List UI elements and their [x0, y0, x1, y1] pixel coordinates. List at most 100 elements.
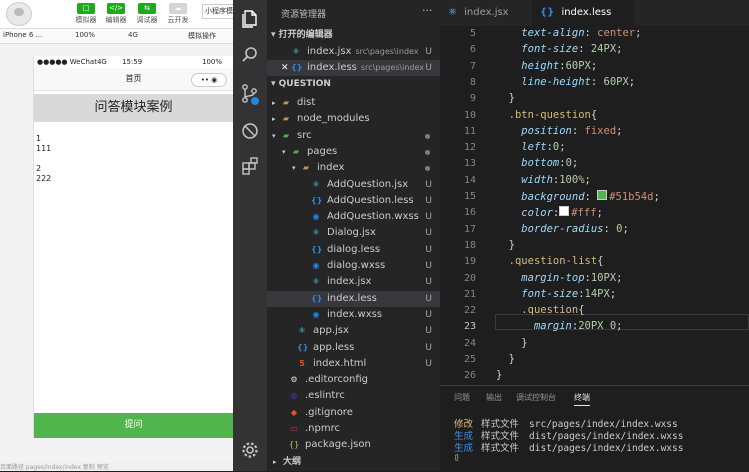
- untracked-badge: U: [425, 195, 432, 206]
- files-icon[interactable]: [240, 9, 260, 29]
- open-editor-item-active[interactable]: ✕ {} index.less src\pages\index U: [267, 60, 440, 76]
- code-line: border-radius: 0;: [521, 222, 629, 235]
- code-line: font-size:14PX;: [521, 287, 617, 300]
- device-select[interactable]: iPhone 6 ...: [3, 31, 42, 39]
- file-item[interactable]: ◍ .eslintrc: [267, 388, 440, 404]
- less-file-icon: {}: [311, 293, 323, 303]
- line-number: 6: [469, 44, 476, 56]
- line-number: 22: [463, 305, 476, 317]
- code-icon: </>: [107, 3, 125, 14]
- file-path: src\pages\index: [355, 47, 419, 56]
- less-file-icon: {}: [291, 63, 303, 72]
- cloud-dev-button[interactable]: ☁ 云开发: [158, 3, 198, 27]
- phone-status-bar: ●●●●● WeChat4G 15:59 100%: [34, 56, 233, 68]
- more-actions-icon[interactable]: ···: [422, 4, 433, 17]
- simulate-action-menu[interactable]: 模拟操作: [188, 31, 216, 41]
- bottom-panel: 问题 输出 调试控制台 终端 修改 样式文件 src/pages/index/ind…: [440, 385, 749, 472]
- tree-item-label: Dialog.jsx: [327, 227, 376, 239]
- react-icon: ⚛: [312, 228, 320, 238]
- file-item[interactable]: {} package.json: [267, 437, 440, 453]
- question-item[interactable]: 1 111: [36, 134, 51, 154]
- folder-item[interactable]: ▾ ▰ index: [267, 160, 440, 176]
- file-item[interactable]: ⚛ AddQuestion.jsx U: [267, 177, 440, 193]
- file-item[interactable]: {} index.less U: [267, 290, 440, 307]
- project-section[interactable]: ▾ QUESTION: [267, 77, 440, 92]
- wxss-file-icon: ◉: [312, 212, 320, 222]
- untracked-badge: U: [425, 179, 432, 190]
- tree-item-label: index.html: [313, 357, 367, 369]
- search-icon[interactable]: [240, 46, 260, 66]
- folder-icon: ▰: [282, 114, 290, 124]
- file-item[interactable]: ◉ AddQuestion.wxss U: [267, 209, 440, 225]
- tree-item-label: dialog.wxss: [327, 260, 386, 271]
- open-editors-section[interactable]: ▾ 打开的编辑器: [267, 28, 440, 43]
- line-number: 16: [463, 207, 476, 219]
- mini-program-navbar: 首页 •• ◉: [34, 68, 233, 91]
- folder-item[interactable]: ▾ ▰ pages: [267, 144, 440, 160]
- tab-problems[interactable]: 问题: [454, 392, 470, 403]
- code-line: bottom:0;: [521, 157, 579, 170]
- ask-question-button[interactable]: 提问: [34, 413, 233, 438]
- file-item[interactable]: ⚛ app.jsx U: [267, 323, 440, 339]
- source-control-icon[interactable]: [240, 83, 260, 105]
- chevron-down-icon: ▾: [282, 147, 286, 156]
- file-item[interactable]: ⚛ index.jsx U: [267, 274, 440, 290]
- file-item[interactable]: ◉ index.wxss U: [267, 307, 440, 323]
- close-icon[interactable]: ✕: [281, 60, 289, 76]
- file-item[interactable]: 5 index.html U: [267, 356, 440, 372]
- tree-item-label: src: [297, 129, 312, 141]
- folder-item[interactable]: ▸ ▰ dist: [267, 95, 440, 111]
- file-item[interactable]: ⚛ Dialog.jsx U: [267, 225, 440, 241]
- line-number: 5: [469, 28, 476, 39]
- file-item[interactable]: {} AddQuestion.less U: [267, 193, 440, 209]
- mode-dropdown[interactable]: 小程序模式: [202, 4, 233, 19]
- code-line: position: fixed;: [521, 124, 623, 137]
- line-number: 14: [463, 174, 476, 186]
- modified-dot: [425, 166, 430, 172]
- chevron-right-icon: ▸: [273, 458, 277, 466]
- folder-item[interactable]: ▸ ▰ node_modules: [267, 111, 440, 127]
- file-item[interactable]: ◉ dialog.wxss U: [267, 258, 440, 274]
- line-number: 21: [463, 288, 476, 300]
- simulator-icon: □: [77, 3, 95, 14]
- simulator-toolbar: □ 模拟器 </> 编辑器 ⇆ 调试器 ☁ 云开发 小程序模式: [0, 0, 233, 29]
- tab-output[interactable]: 输出: [486, 392, 502, 403]
- line-number: 26: [463, 370, 476, 382]
- react-icon: ⚛: [298, 326, 306, 336]
- settings-icon[interactable]: [240, 441, 260, 461]
- code-line: }: [496, 238, 515, 251]
- modified-dot: [425, 133, 430, 139]
- open-editor-item[interactable]: ⚛ index.jsx src\pages\index U: [267, 44, 440, 60]
- file-item[interactable]: ◆ .gitignore: [267, 405, 440, 421]
- line-number: 12: [463, 142, 476, 154]
- tab-debug-console[interactable]: 调试控制台: [516, 392, 556, 403]
- untracked-badge: U: [425, 358, 432, 369]
- tab-index-less[interactable]: {} index.less: [532, 0, 634, 26]
- file-item[interactable]: ⚙ .editorconfig: [267, 372, 440, 388]
- folder-icon: ▰: [302, 163, 310, 173]
- debug-icon[interactable]: [240, 121, 260, 141]
- line-number: 25: [463, 354, 476, 365]
- tree-item-label: AddQuestion.less: [327, 194, 414, 206]
- code-line: color: #fff;: [521, 206, 603, 220]
- code-editor: ⚛ index.jsx {} index.less 5 text-align: …: [440, 0, 749, 385]
- wxss-file-icon: ◉: [312, 261, 320, 270]
- question-item[interactable]: 2 222: [36, 164, 51, 184]
- avatar[interactable]: [6, 2, 32, 26]
- zoom-select[interactable]: 100%: [75, 31, 95, 39]
- folder-item[interactable]: ▾ ▰ src: [267, 128, 440, 144]
- tab-index-jsx[interactable]: ⚛ index.jsx: [440, 0, 532, 26]
- outline-section[interactable]: ▸ 大纲: [267, 454, 440, 470]
- terminal-kind: 样式文件: [481, 443, 520, 454]
- file-item[interactable]: {} dialog.less U: [267, 242, 440, 258]
- open-editors-label: 打开的编辑器: [278, 30, 333, 40]
- file-item[interactable]: ▭ .npmrc: [267, 421, 440, 437]
- code-line: height:60PX;: [521, 59, 598, 72]
- device-bar: iPhone 6 ... 100% 4G 模拟操作: [0, 29, 233, 44]
- tree-item-label: dialog.less: [327, 243, 381, 255]
- tab-terminal[interactable]: 终端: [574, 392, 590, 406]
- capsule-menu-button[interactable]: •• ◉: [191, 73, 227, 87]
- extensions-icon[interactable]: [240, 157, 260, 177]
- file-item[interactable]: {} app.less U: [267, 340, 440, 356]
- network-select[interactable]: 4G: [128, 31, 138, 39]
